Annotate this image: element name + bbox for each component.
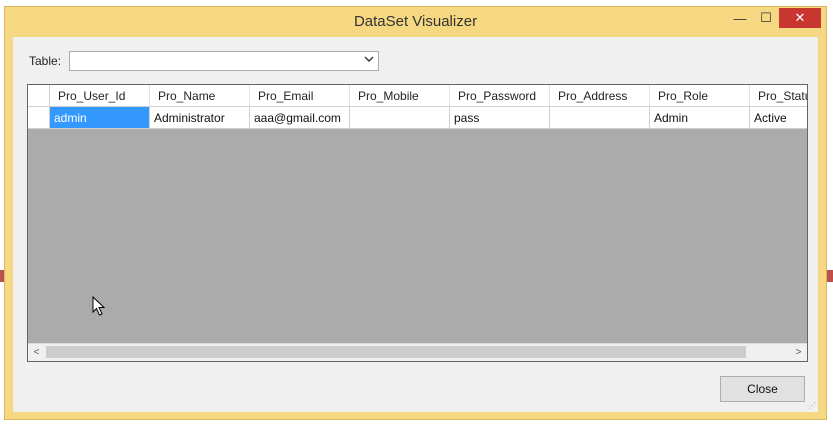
column-header[interactable]: Pro_Role — [650, 85, 750, 107]
horizontal-scrollbar[interactable]: < > — [28, 343, 807, 361]
close-icon: ✕ — [794, 10, 806, 25]
close-button[interactable]: Close — [720, 376, 805, 402]
background-app-marker — [827, 270, 833, 282]
grid-cell[interactable] — [550, 107, 650, 129]
chevron-left-icon: < — [33, 347, 40, 358]
column-header[interactable]: Pro_Name — [150, 85, 250, 107]
grid-cell-selected[interactable]: admin — [50, 107, 150, 129]
column-header[interactable]: Pro_Password — [450, 85, 550, 107]
column-header[interactable]: Pro_Email — [250, 85, 350, 107]
data-grid[interactable]: Pro_User_Id Pro_Name Pro_Email Pro_Mobil… — [27, 84, 808, 362]
table-row[interactable]: admin Administrator aaa@gmail.com pass A… — [28, 107, 807, 129]
column-header[interactable]: Pro_Statu — [750, 85, 807, 107]
column-header[interactable]: Pro_Mobile — [350, 85, 450, 107]
grid-cell[interactable]: pass — [450, 107, 550, 129]
scroll-right-button[interactable]: > — [790, 344, 807, 361]
chevron-down-icon[interactable] — [364, 54, 374, 66]
dataset-visualizer-window: DataSet Visualizer — ☐ ✕ Table: Pro_User… — [4, 6, 827, 420]
column-header[interactable]: Pro_Address — [550, 85, 650, 107]
scroll-left-button[interactable]: < — [28, 344, 45, 361]
grid-header-row: Pro_User_Id Pro_Name Pro_Email Pro_Mobil… — [28, 85, 807, 107]
row-header[interactable] — [28, 107, 50, 129]
grid-cell[interactable]: aaa@gmail.com — [250, 107, 350, 129]
maximize-icon: ☐ — [760, 10, 772, 25]
chevron-right-icon: > — [795, 347, 802, 358]
grid-cell[interactable]: Administrator — [150, 107, 250, 129]
column-header[interactable]: Pro_User_Id — [50, 85, 150, 107]
grid-corner-header[interactable] — [28, 85, 50, 107]
grid-cell[interactable] — [350, 107, 450, 129]
window-title: DataSet Visualizer — [353, 13, 478, 30]
close-window-button[interactable]: ✕ — [779, 8, 821, 28]
grid-cell[interactable]: Admin — [650, 107, 750, 129]
scrollbar-thumb[interactable] — [46, 346, 746, 358]
mouse-cursor-icon — [92, 295, 106, 321]
maximize-button[interactable]: ☐ — [753, 8, 779, 28]
dialog-client-area: Table: Pro_User_Id Pro_Name Pro_Email Pr… — [13, 37, 818, 412]
minimize-button[interactable]: — — [727, 8, 753, 28]
resize-grip-icon[interactable]: ⋰ — [808, 401, 816, 410]
grid-cell[interactable]: Active — [750, 107, 807, 129]
minimize-icon: — — [733, 10, 747, 26]
table-label: Table: — [29, 54, 62, 68]
table-combobox[interactable] — [69, 51, 379, 71]
title-bar[interactable]: DataSet Visualizer — ☐ ✕ — [5, 7, 826, 37]
